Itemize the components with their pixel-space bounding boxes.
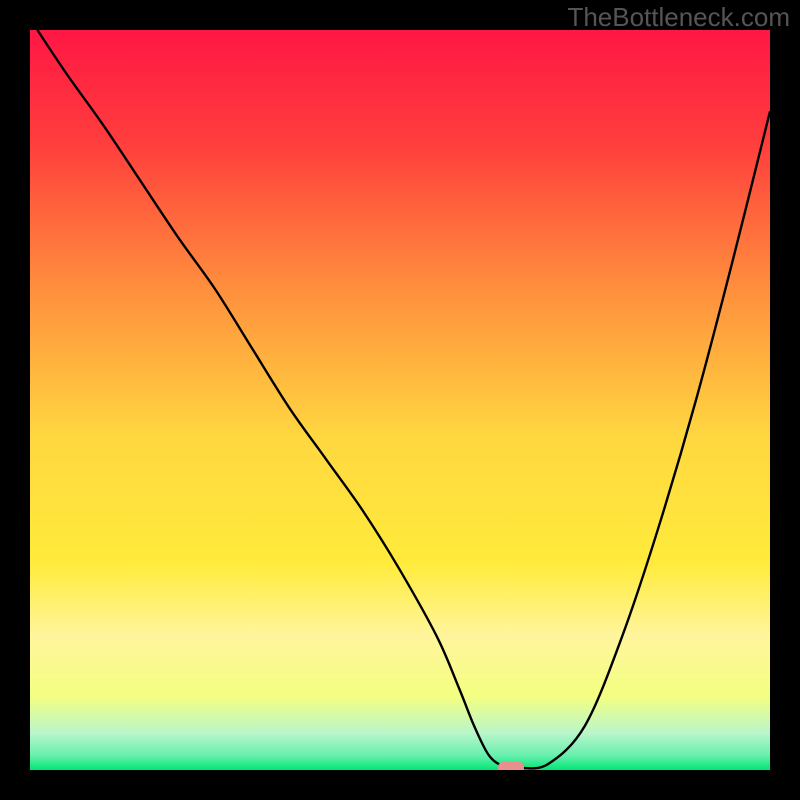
watermark-text: TheBottleneck.com [567, 2, 790, 33]
optimum-marker [498, 762, 524, 770]
plot-area [30, 30, 770, 770]
chart-frame [0, 0, 800, 800]
chart-background [30, 30, 770, 770]
chart-svg [30, 30, 770, 770]
